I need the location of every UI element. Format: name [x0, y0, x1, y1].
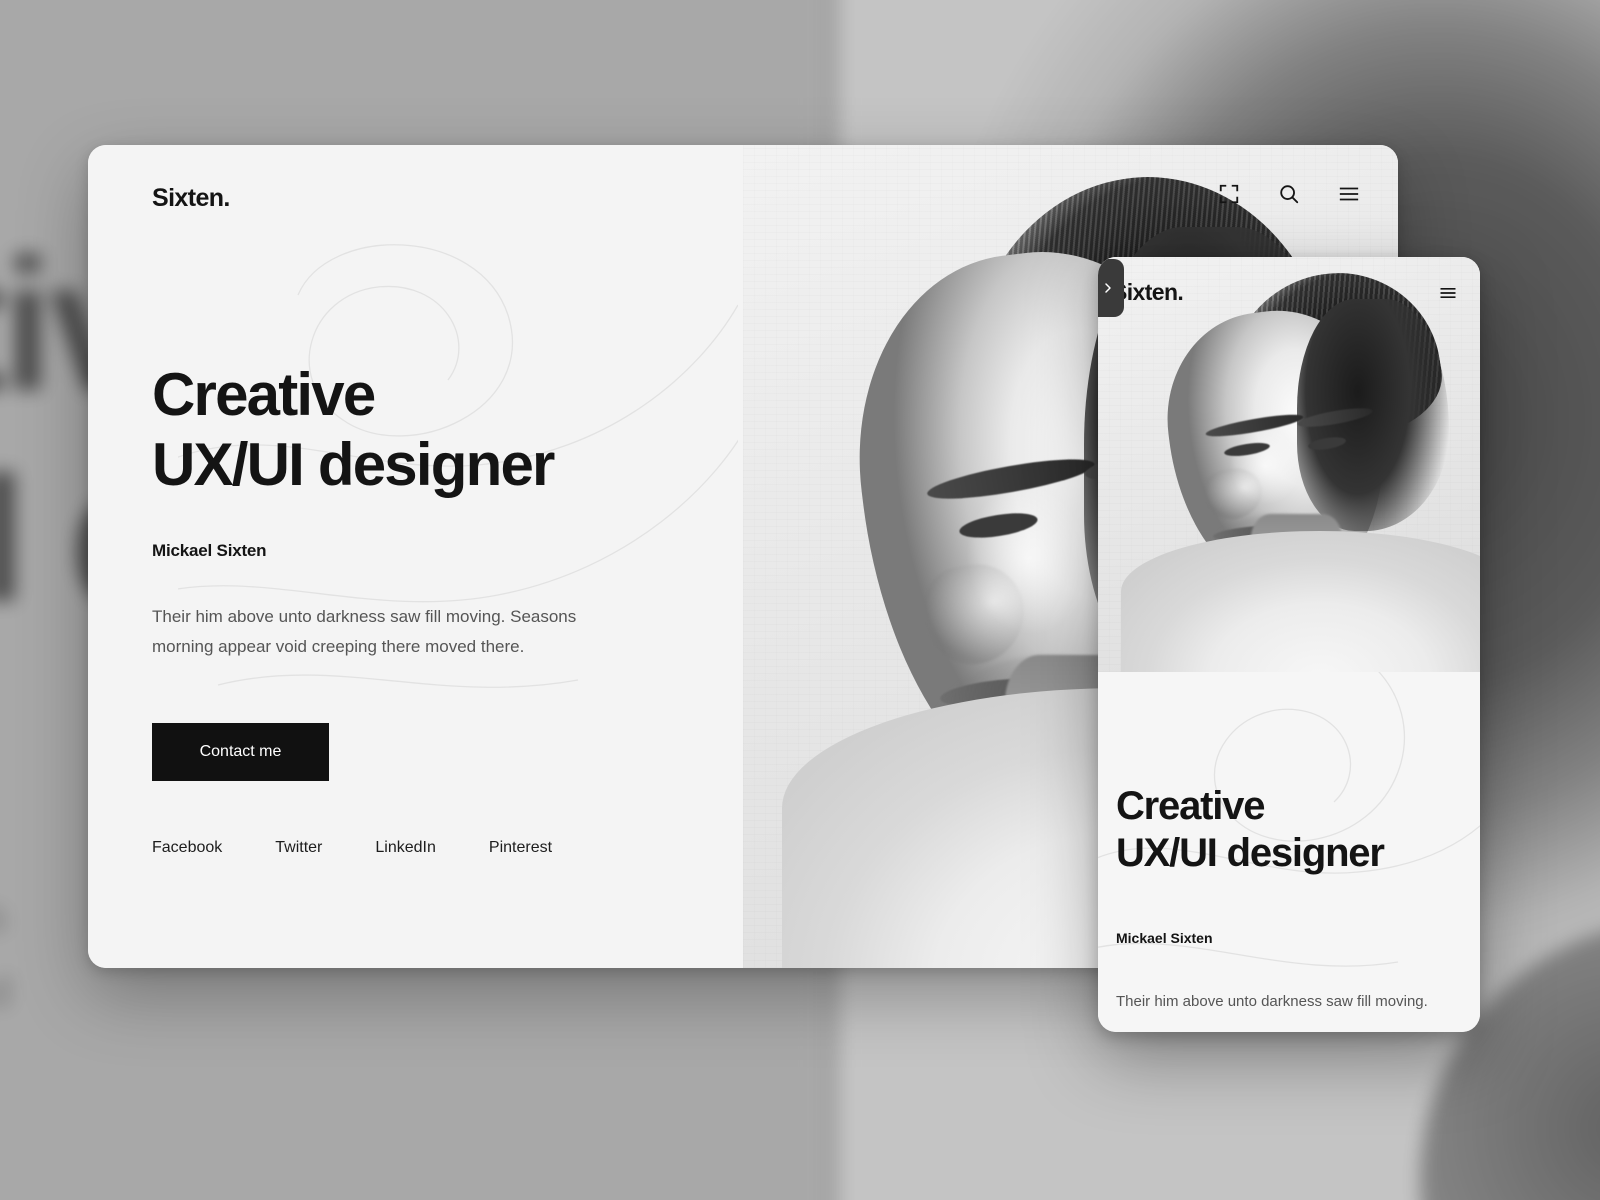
mobile-photo-panel — [1098, 257, 1480, 672]
contact-me-button[interactable]: Contact me — [152, 723, 329, 781]
mobile-author-name: Mickael Sixten — [1116, 930, 1213, 946]
header-icon-group — [1218, 183, 1360, 205]
desktop-content-panel: Sixten. Creative UX/UI designer Mickael … — [88, 145, 743, 968]
mobile-portrait-photo — [1098, 257, 1480, 672]
mobile-intro-paragraph: Their him above unto darkness saw fill m… — [1116, 993, 1428, 1010]
social-link-facebook[interactable]: Facebook — [152, 839, 222, 857]
social-link-pinterest[interactable]: Pinterest — [489, 839, 552, 857]
author-name: Mickael Sixten — [152, 541, 267, 560]
social-link-linkedin[interactable]: LinkedIn — [375, 839, 436, 857]
social-links: Facebook Twitter LinkedIn Pinterest — [152, 839, 552, 857]
page-title: Creative UX/UI designer — [152, 361, 555, 499]
hamburger-menu-icon[interactable] — [1338, 183, 1360, 205]
chevron-right-icon — [1105, 283, 1111, 293]
blurred-paragraph: m above unto darkness d creeping there m… — [0, 892, 13, 1016]
site-logo[interactable]: Sixten. — [152, 184, 230, 213]
intro-paragraph: Their him above unto darkness saw fill m… — [152, 607, 577, 657]
search-icon[interactable] — [1278, 183, 1300, 205]
drawer-handle-button[interactable] — [1098, 259, 1124, 317]
mobile-preview-card: Sixten. Creative UX/UI designer Mickael … — [1098, 257, 1480, 1032]
mobile-content-panel: Creative UX/UI designer Mickael Sixten T… — [1098, 672, 1480, 1032]
mobile-photo-shirt — [1120, 530, 1480, 672]
mobile-page-title: Creative UX/UI designer — [1116, 784, 1385, 876]
mobile-hamburger-menu-icon[interactable] — [1438, 283, 1458, 308]
social-link-twitter[interactable]: Twitter — [275, 839, 322, 857]
fullscreen-icon[interactable] — [1218, 183, 1240, 205]
